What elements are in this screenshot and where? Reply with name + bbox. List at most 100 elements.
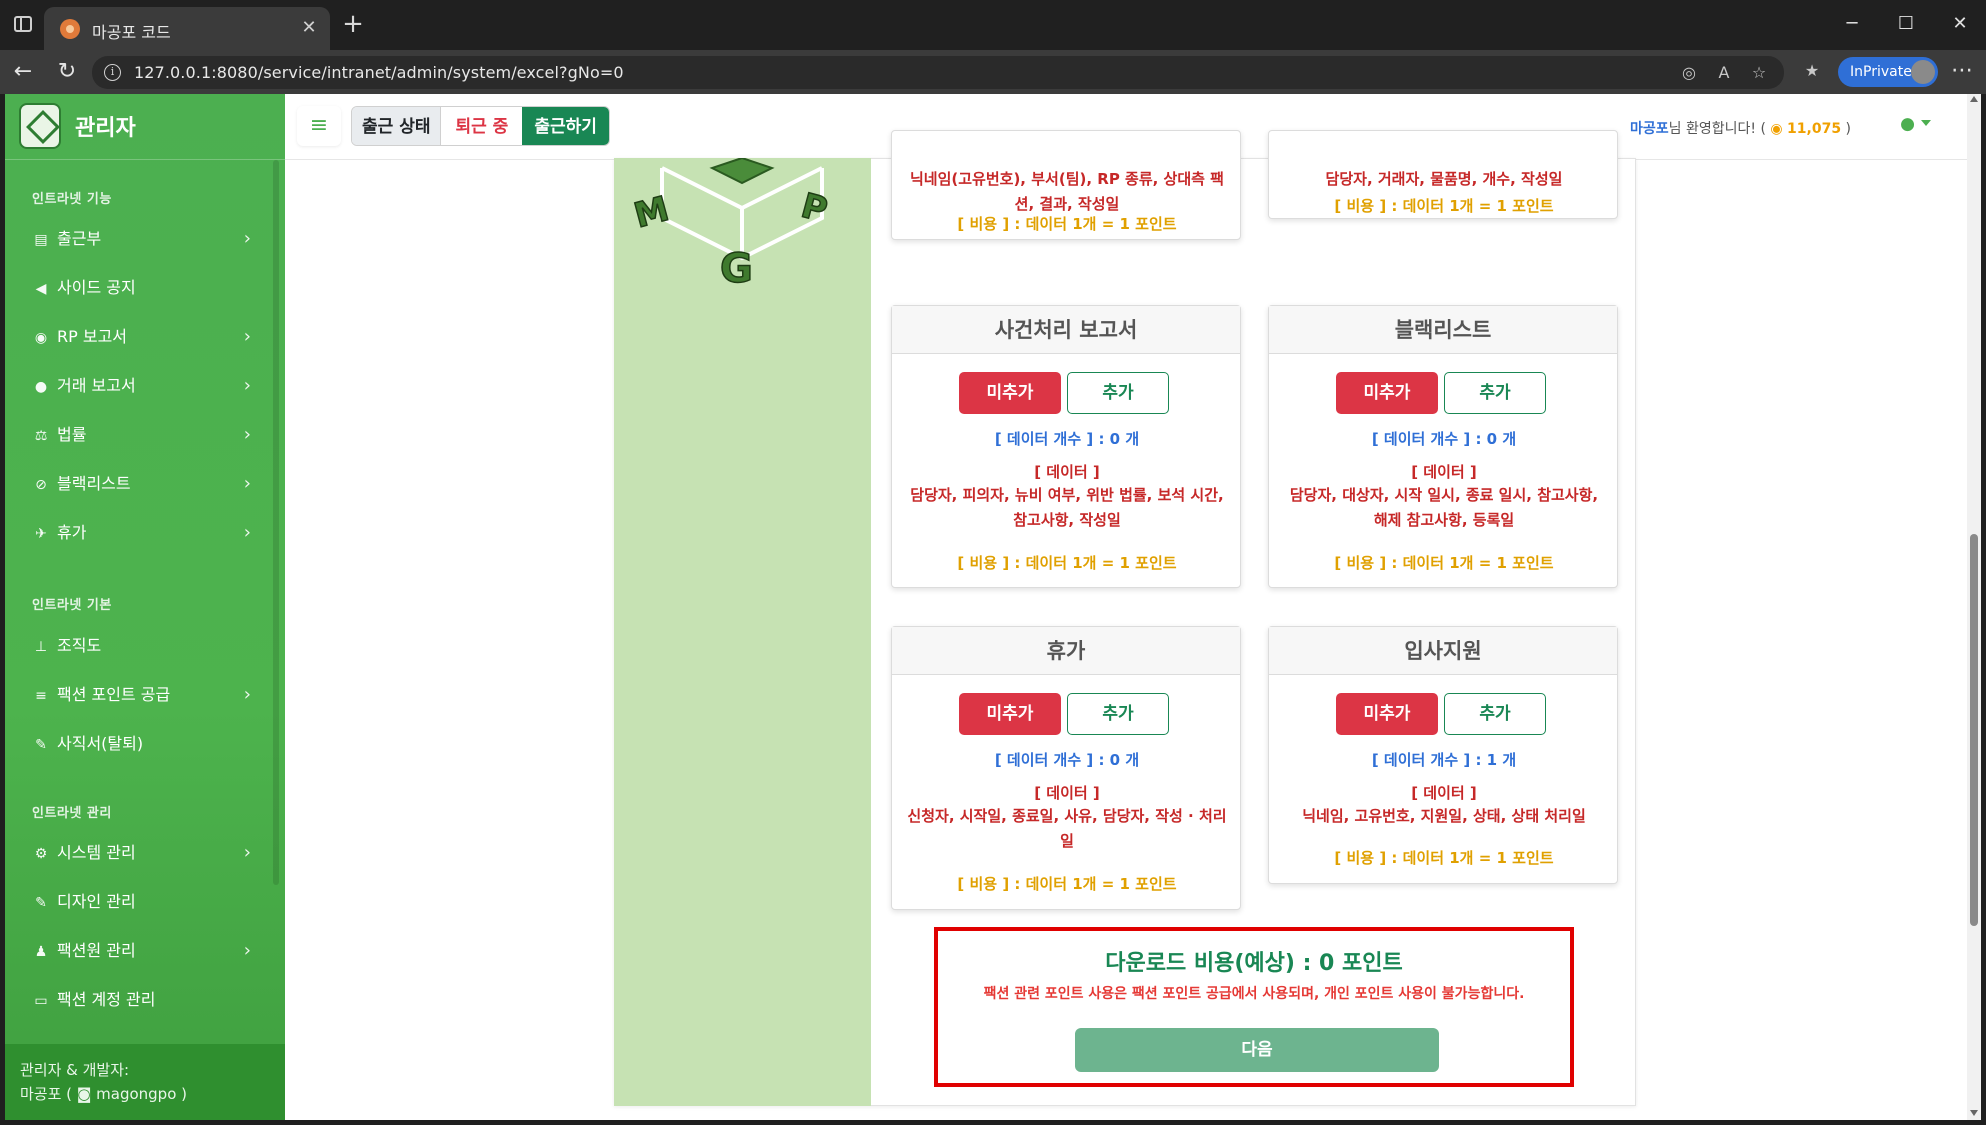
address-bar[interactable]: i 127.0.0.1:8080/service/intranet/admin/… [92, 56, 1784, 89]
mgp-logo-icon: M G P [629, 158, 832, 288]
sidebar-item-faction-points[interactable]: ≡ 팩션 포인트 공급 › [31, 677, 251, 713]
sidebar-item-label: 사직서(탈퇴) [57, 734, 144, 753]
favorite-star-icon[interactable]: ☆ [1747, 61, 1771, 85]
brand-name: 관리자 [75, 116, 136, 141]
card-data-fields: 담당자, 거래자, 물품명, 개수, 작성일 [1325, 170, 1563, 188]
card-data-header: [ 데이터 ] [1034, 463, 1100, 481]
scroll-up-icon[interactable] [1970, 96, 1978, 102]
sidebar-scrollbar[interactable] [273, 160, 279, 885]
card-cost: [ 비용 ] : 데이터 1개 = 1 포인트 [957, 554, 1177, 572]
card-toggle-group: 미추가 추가 [1269, 372, 1619, 414]
exclude-button[interactable]: 미추가 [959, 372, 1061, 414]
sidebar-item-label: 블랙리스트 [57, 474, 131, 493]
footer-discord-handle[interactable]: magongpo ) [96, 1085, 187, 1103]
include-button[interactable]: 추가 [1067, 693, 1169, 735]
sidebar-item-org-chart[interactable]: ⊥ 조직도 [31, 628, 251, 664]
check-in-button[interactable]: 출근하기 [522, 107, 609, 145]
card-toggle-group: 미추가 추가 [892, 372, 1242, 414]
card-data-fields: 신청자, 시작일, 종료일, 사유, 담당자, 작성 · 처리일 [907, 807, 1227, 850]
sidebar-item-law[interactable]: ⚖ 법률 › [31, 417, 251, 453]
attendance-status-value: 퇴근 중 [440, 107, 523, 145]
scroll-down-icon[interactable] [1970, 1110, 1978, 1116]
minimize-icon[interactable]: ─ [1834, 10, 1870, 38]
user-icon[interactable]: ● [1900, 114, 1915, 134]
sidebar-item-resignation[interactable]: ✎ 사직서(탈퇴) [31, 726, 251, 762]
refresh-icon[interactable]: ↻ [52, 58, 82, 86]
sidebar-item-attendance[interactable]: ▤ 출근부 › [31, 221, 251, 257]
menu-toggle-button[interactable]: ≡ [297, 106, 341, 146]
sidebar-item-trade-report[interactable]: ● 거래 보고서 › [31, 368, 251, 404]
scale-icon: ⚖ [34, 428, 48, 444]
site-info-icon[interactable]: i [104, 64, 121, 81]
attendance-status-group: 출근 상태 퇴근 중 출근하기 [351, 106, 610, 146]
card-data-fields: 닉네임, 고유번호, 지원일, 상태, 상태 처리일 [1302, 807, 1586, 825]
exclude-button[interactable]: 미추가 [1336, 372, 1438, 414]
read-aloud-icon[interactable]: A [1712, 61, 1736, 85]
card-data-count: [ 데이터 개수 ] : 1 개 [1371, 751, 1517, 769]
close-window-icon[interactable]: ✕ [1942, 10, 1978, 38]
next-button[interactable]: 다음 [1075, 1028, 1439, 1072]
new-tab-button[interactable]: + [338, 10, 368, 40]
coins-icon: ≡ [35, 688, 47, 704]
section-heading-features: 인트라넷 기능 [32, 192, 112, 207]
chevron-right-icon: › [243, 522, 251, 543]
card-data-fields: 담당자, 대상자, 시작 일시, 종료 일시, 참고사항, 해제 참고사항, 등… [1289, 486, 1599, 529]
download-cost-estimate: 다운로드 비용(예상) : 0 포인트 [1105, 951, 1403, 976]
megaphone-icon: ◀ [35, 281, 47, 297]
exclude-button[interactable]: 미추가 [1336, 693, 1438, 735]
attendance-status-label: 출근 상태 [352, 107, 441, 145]
card-data-count: [ 데이터 개수 ] : 0 개 [994, 751, 1140, 769]
include-button[interactable]: 추가 [1067, 372, 1169, 414]
coins-icon: ◉ [1770, 121, 1783, 137]
card-cost: [ 비용 ] : 데이터 1개 = 1 포인트 [957, 875, 1177, 893]
sidebar: 관리자 인트라넷 기능 ▤ 출근부 › ◀ 사이드 공지 ◉ RP 보고서 › ● 거래 보… [5, 94, 285, 1120]
sidebar-item-member-admin[interactable]: ♟ 팩션원 관리 › [31, 933, 251, 969]
svg-text:G: G [720, 246, 753, 288]
scrollbar-thumb[interactable] [1970, 534, 1978, 926]
sidebar-item-vacation[interactable]: ✈ 휴가 › [31, 515, 251, 551]
favorites-icon[interactable]: ★ [1800, 59, 1824, 83]
sidebar-item-side-notice[interactable]: ◀ 사이드 공지 [31, 270, 251, 306]
id-card-icon: ▭ [34, 993, 48, 1009]
browser-tab[interactable]: 마공포 코드 ✕ [44, 7, 330, 50]
card-data-fields: 담당자, 피의자, 뉴비 여부, 위반 법률, 보석 시간, 참고사항, 작성일 [910, 486, 1224, 529]
more-options-icon[interactable]: ⋯ [1948, 58, 1976, 83]
tracking-prevention-icon[interactable]: ◎ [1677, 61, 1701, 85]
logo-side-pane [614, 158, 871, 1106]
sidebar-item-account-admin[interactable]: ▭ 팩션 계정 관리 [31, 982, 251, 1018]
include-button[interactable]: 추가 [1444, 693, 1546, 735]
sidebar-item-blacklist[interactable]: ⊘ 블랙리스트 › [31, 466, 251, 502]
sidebar-item-system-admin[interactable]: ⚙ 시스템 관리 › [31, 835, 251, 871]
sidebar-item-design-admin[interactable]: ✎ 디자인 관리 [31, 884, 251, 920]
card-title: 사건처리 보고서 [892, 306, 1240, 354]
card-data-header: [ 데이터 ] [1034, 784, 1100, 802]
card-data-header: [ 데이터 ] [1411, 463, 1477, 481]
sidebar-item-label: 거래 보고서 [57, 376, 136, 395]
card-data-count: [ 데이터 개수 ] : 0 개 [1371, 430, 1517, 448]
sidebar-brand[interactable]: 관리자 [5, 94, 285, 160]
svg-text:P: P [797, 186, 831, 231]
close-tab-icon[interactable]: ✕ [298, 17, 320, 39]
sidebar-item-label: 시스템 관리 [57, 843, 136, 862]
export-card-trade-report: 담당자, 거래자, 물품명, 개수, 작성일 [ 비용 ] : 데이터 1개 =… [1268, 130, 1618, 219]
include-button[interactable]: 추가 [1444, 372, 1546, 414]
url-text[interactable]: 127.0.0.1:8080/service/intranet/admin/sy… [134, 63, 624, 82]
back-icon[interactable]: ← [8, 58, 38, 86]
sidebar-item-label: 팩션 계정 관리 [57, 990, 156, 1009]
tab-actions-icon[interactable] [14, 16, 32, 32]
inprivate-label: InPrivate [1850, 64, 1912, 80]
exclude-button[interactable]: 미추가 [959, 693, 1061, 735]
sidebar-item-label: 휴가 [57, 523, 87, 542]
caret-down-icon[interactable] [1921, 120, 1931, 126]
sidebar-item-rp-report[interactable]: ◉ RP 보고서 › [31, 319, 251, 355]
feather-icon: ✎ [35, 737, 47, 753]
chevron-right-icon: › [243, 842, 251, 863]
footer-developer-name: 마공포 ( [20, 1085, 73, 1103]
download-point-note: 팩션 관련 포인트 사용은 팩션 포인트 공급에서 사용되며, 개인 포인트 사… [983, 986, 1525, 1002]
card-data-count: [ 데이터 개수 ] : 0 개 [994, 430, 1140, 448]
inprivate-badge[interactable]: InPrivate [1838, 57, 1938, 87]
card-cost: [ 비용 ] : 데이터 1개 = 1 포인트 [1334, 849, 1554, 867]
sidebar-item-label: 디자인 관리 [57, 892, 136, 911]
page-scrollbar[interactable] [1967, 94, 1981, 1120]
maximize-icon[interactable]: ☐ [1888, 10, 1924, 38]
